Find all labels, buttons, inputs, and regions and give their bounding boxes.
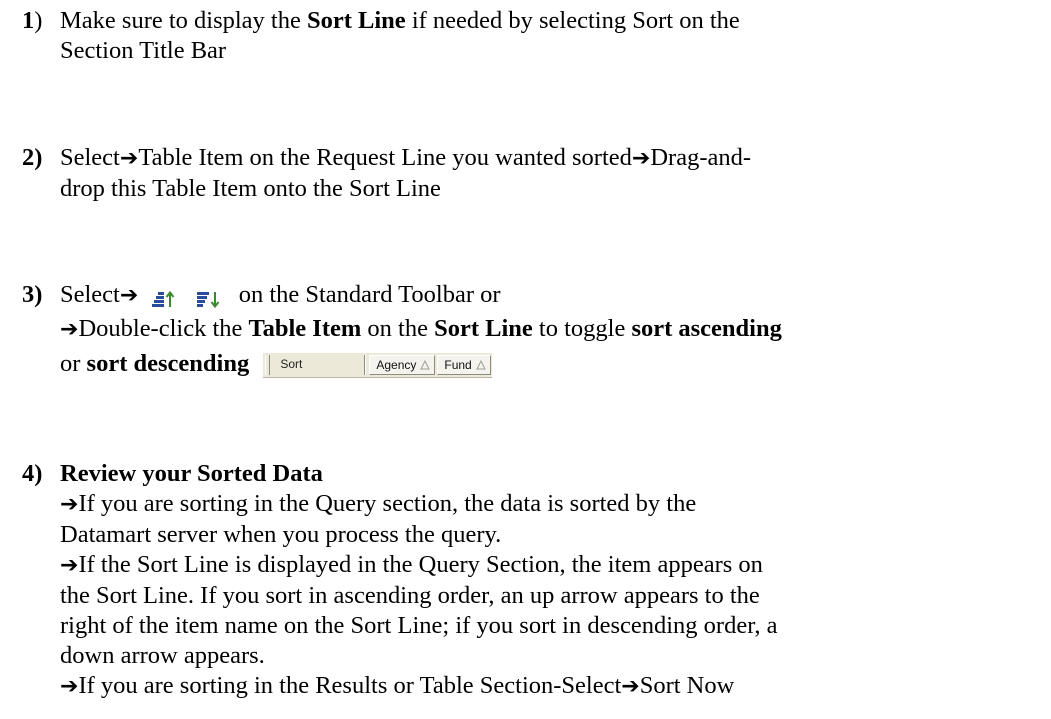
step-1-text: Make sure to display the <box>60 7 307 34</box>
step-1: 1) Make sure to display the Sort Line if… <box>22 7 740 64</box>
sort-line-label: Sort <box>280 357 303 371</box>
arrow-icon: ➔ <box>621 674 640 699</box>
step-2-number: 2) <box>22 144 43 171</box>
divider <box>364 355 367 375</box>
arrow-icon: ➔ <box>60 553 79 578</box>
step-4-number: 4) <box>22 460 43 487</box>
toolbar-grip-handle[interactable] <box>265 355 271 375</box>
arrow-icon: ➔ <box>631 146 651 171</box>
step-4-heading: Review your Sorted Data <box>60 460 323 487</box>
sort-line-bar: Sort Agency Fund <box>263 353 492 378</box>
step-3: 3) Select➔ on the Standard Toolbar or ➔D… <box>22 281 782 378</box>
sort-item-agency[interactable]: Agency <box>369 355 436 375</box>
sort-ascending-icon[interactable] <box>150 289 176 311</box>
arrow-icon: ➔ <box>119 283 139 308</box>
arrow-icon: ➔ <box>60 492 79 517</box>
sort-line-emphasis: Sort Line <box>307 7 406 34</box>
sort-ascending-indicator-icon <box>475 360 486 370</box>
sort-descending-icon[interactable] <box>195 289 221 311</box>
standard-toolbar-sort-buttons <box>150 284 232 314</box>
arrow-icon: ➔ <box>60 317 79 342</box>
arrow-icon: ➔ <box>60 674 79 699</box>
step-3-number: 3) <box>22 281 43 308</box>
arrow-icon: ➔ <box>119 146 139 171</box>
step-2: 2) Select➔Table Item on the Request Line… <box>22 144 752 202</box>
sort-item-fund[interactable]: Fund <box>437 355 491 375</box>
step-4: 4) Review your Sorted Data ➔If you are s… <box>22 460 778 699</box>
sort-ascending-indicator-icon <box>420 360 431 370</box>
step-1-number: 1) <box>22 7 43 34</box>
